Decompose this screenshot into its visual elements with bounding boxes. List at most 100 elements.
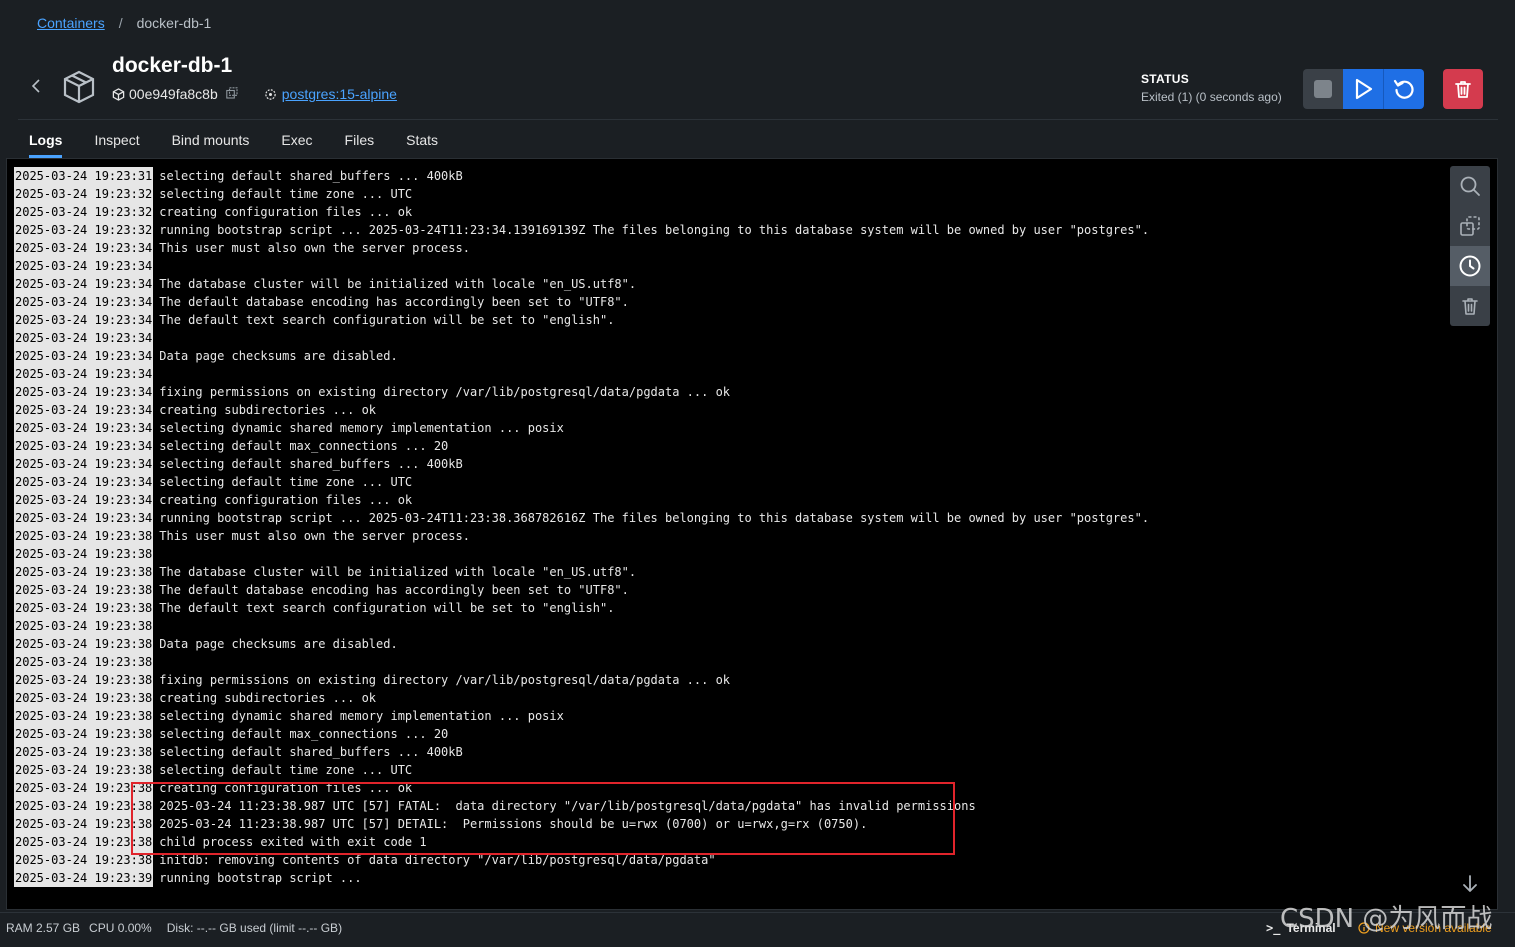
log-lines: 2025-03-24 19:23:31 selecting default sha… (14, 167, 1149, 887)
log-timestamp: 2025-03-24 19:23:38 (14, 527, 154, 545)
container-header: docker-db-1 00e949fa8c8b postgres:15-alp… (0, 50, 1515, 120)
log-line: 2025-03-24 19:23:34 (14, 257, 1149, 275)
log-message: creating configuration files ... ok (159, 493, 413, 507)
log-line: 2025-03-24 19:23:38 The default text sear… (14, 599, 1149, 617)
log-line: 2025-03-24 19:23:32 selecting default tim… (14, 185, 1149, 203)
log-timestamp: 2025-03-24 19:23:34 (14, 455, 154, 473)
log-line: 2025-03-24 19:23:38 2025-03-24 11:23:38.9… (14, 815, 1149, 833)
cpu-usage: CPU 0.00% (89, 921, 152, 935)
log-tools (1450, 166, 1490, 326)
clear-logs-button[interactable] (1450, 286, 1490, 326)
copy-logs-button[interactable] (1450, 206, 1490, 246)
log-line: 2025-03-24 19:23:38 fixing permissions on… (14, 671, 1149, 689)
container-subinfo: 00e949fa8c8b postgres:15-alpine (112, 86, 397, 102)
play-icon (1355, 78, 1373, 100)
log-message (153, 365, 159, 383)
logs-panel[interactable]: 2025-03-24 19:23:31 selecting default sha… (6, 158, 1498, 910)
log-timestamp: 2025-03-24 19:23:38 (14, 545, 154, 563)
back-button[interactable] (28, 78, 44, 94)
copy-id-button[interactable] (226, 86, 238, 102)
breadcrumb-separator: / (118, 15, 123, 31)
log-timestamp: 2025-03-24 19:23:32 (14, 221, 154, 239)
search-logs-button[interactable] (1450, 166, 1490, 206)
log-line: 2025-03-24 19:23:34 fixing permissions on… (14, 383, 1149, 401)
tab-inspect[interactable]: Inspect (81, 124, 152, 158)
log-line: 2025-03-24 19:23:34 selecting default max… (14, 437, 1149, 455)
log-timestamp: 2025-03-24 19:23:34 (14, 437, 154, 455)
log-line: 2025-03-24 19:23:38 creating configuratio… (14, 779, 1149, 797)
breadcrumb: Containers / docker-db-1 (37, 15, 211, 31)
log-timestamp: 2025-03-24 19:23:34 (14, 473, 154, 491)
start-button[interactable] (1343, 69, 1383, 109)
log-timestamp: 2025-03-24 19:23:34 (14, 311, 154, 329)
log-line: 2025-03-24 19:23:34 creating configuratio… (14, 491, 1149, 509)
log-line: 2025-03-24 19:23:31 selecting default sha… (14, 167, 1149, 185)
log-message: selecting default time zone ... UTC (159, 187, 413, 201)
toggle-timestamps-button[interactable] (1450, 246, 1490, 286)
status-label: STATUS (1141, 72, 1190, 86)
container-controls (1303, 69, 1424, 109)
log-message: The default text search configuration wi… (159, 601, 615, 615)
log-timestamp: 2025-03-24 19:23:38 (14, 761, 154, 779)
log-timestamp: 2025-03-24 19:23:38 (14, 797, 154, 815)
log-timestamp: 2025-03-24 19:23:38 (14, 653, 154, 671)
image-link[interactable]: postgres:15-alpine (282, 86, 397, 102)
tab-bind-mounts[interactable]: Bind mounts (159, 124, 263, 158)
log-line: 2025-03-24 19:23:32 creating configuratio… (14, 203, 1149, 221)
tab-files[interactable]: Files (332, 124, 388, 158)
log-line: 2025-03-24 19:23:38 initdb: removing cont… (14, 851, 1149, 869)
log-message: creating configuration files ... ok (159, 781, 413, 795)
log-timestamp: 2025-03-24 19:23:34 (14, 347, 154, 365)
resource-stats: RAM 2.57 GB CPU 0.00% Disk: --.-- GB use… (6, 921, 342, 935)
log-timestamp: 2025-03-24 19:23:34 (14, 509, 154, 527)
log-line: 2025-03-24 19:23:38 This user must also o… (14, 527, 1149, 545)
log-message (153, 329, 159, 347)
restart-button[interactable] (1383, 69, 1424, 109)
log-message: Data page checksums are disabled. (159, 637, 398, 651)
scroll-to-bottom-button[interactable] (1458, 872, 1482, 896)
log-timestamp: 2025-03-24 19:23:38 (14, 581, 154, 599)
breadcrumb-containers-link[interactable]: Containers (37, 15, 105, 31)
log-timestamp: 2025-03-24 19:23:31 (14, 167, 154, 185)
log-timestamp: 2025-03-24 19:23:38 (14, 635, 154, 653)
log-message: This user must also own the server proce… (159, 529, 470, 543)
log-line: 2025-03-24 19:23:34 (14, 365, 1149, 383)
log-message: selecting default max_connections ... 20 (159, 439, 449, 453)
log-message: The database cluster will be initialized… (159, 565, 637, 579)
log-timestamp: 2025-03-24 19:23:34 (14, 329, 154, 347)
log-timestamp: 2025-03-24 19:23:38 (14, 671, 154, 689)
log-timestamp: 2025-03-24 19:23:38 (14, 617, 154, 635)
tab-exec[interactable]: Exec (268, 124, 325, 158)
stop-icon (1314, 80, 1332, 98)
log-line: 2025-03-24 19:23:34 The default database … (14, 293, 1149, 311)
log-line: 2025-03-24 19:23:38 selecting default sha… (14, 743, 1149, 761)
tab-logs[interactable]: Logs (16, 124, 75, 158)
log-message: initdb: removing contents of data direct… (159, 853, 716, 867)
log-line: 2025-03-24 19:23:39 running bootstrap scr… (14, 869, 1149, 887)
log-line: 2025-03-24 19:23:38 (14, 617, 1149, 635)
delete-container-button[interactable] (1443, 69, 1483, 109)
log-timestamp: 2025-03-24 19:23:38 (14, 563, 154, 581)
log-timestamp: 2025-03-24 19:23:34 (14, 491, 154, 509)
log-line: 2025-03-24 19:23:32 running bootstrap scr… (14, 221, 1149, 239)
log-timestamp: 2025-03-24 19:23:38 (14, 689, 154, 707)
stop-button[interactable] (1303, 69, 1343, 109)
log-timestamp: 2025-03-24 19:23:34 (14, 419, 154, 437)
clock-icon (1459, 255, 1481, 277)
log-message: running bootstrap script ... 2025-03-24T… (159, 511, 1150, 525)
copy-icon (226, 87, 238, 99)
log-timestamp: 2025-03-24 19:23:38 (14, 833, 154, 851)
log-message (153, 617, 159, 635)
chevron-left-icon (31, 79, 40, 93)
log-message (153, 545, 159, 563)
log-message: child process exited with exit code 1 (159, 835, 427, 849)
log-timestamp: 2025-03-24 19:23:39 (14, 869, 154, 887)
log-message: The database cluster will be initialized… (159, 277, 637, 291)
log-line: 2025-03-24 19:23:38 (14, 653, 1149, 671)
tab-stats[interactable]: Stats (393, 124, 451, 158)
log-message: The default database encoding has accord… (159, 295, 629, 309)
log-timestamp: 2025-03-24 19:23:32 (14, 185, 154, 203)
terminal-icon: >_ (1266, 921, 1281, 935)
log-line: 2025-03-24 19:23:38 Data page checksums a… (14, 635, 1149, 653)
log-message (153, 653, 159, 671)
